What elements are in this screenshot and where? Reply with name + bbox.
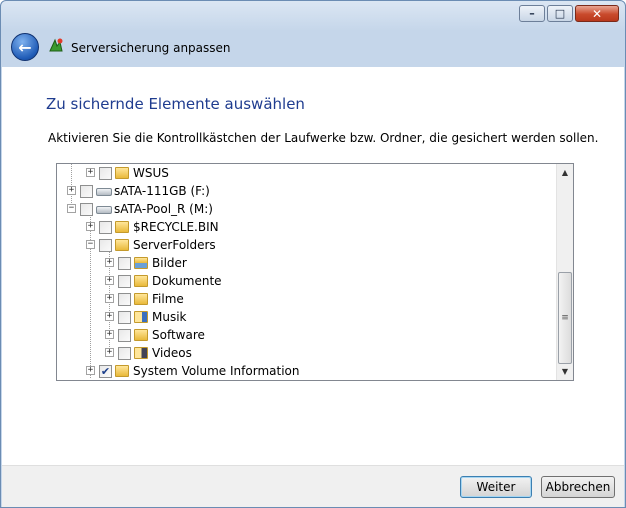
folder-icon: [115, 238, 131, 252]
collapse-icon[interactable]: −: [67, 204, 76, 213]
folder-icon: [134, 328, 150, 342]
tree-item[interactable]: + sATA-111GB (F:): [57, 182, 557, 200]
folder-icon: [115, 166, 131, 180]
tree-item[interactable]: + Filme: [57, 290, 557, 308]
minimize-button[interactable]: –: [519, 5, 545, 22]
music-folder-icon: [134, 310, 150, 324]
tree-item-label: sATA-111GB (F:): [114, 184, 210, 198]
tree-item-label: System Volume Information: [133, 364, 300, 378]
tree-item[interactable]: + Musik: [57, 308, 557, 326]
videos-folder-icon: [134, 346, 150, 360]
tree-item-label: Videos: [152, 346, 192, 360]
tree-item[interactable]: + Bilder: [57, 254, 557, 272]
folder-icon: [115, 364, 131, 378]
dialog-window: – □ ✕ ← Serversicherung anpassen Zu sich…: [0, 0, 626, 508]
next-button[interactable]: Weiter: [460, 476, 532, 498]
tree-item-checkbox[interactable]: [80, 185, 93, 198]
vertical-scrollbar[interactable]: ▲ ≡ ▼: [556, 164, 573, 380]
expand-icon[interactable]: +: [86, 222, 95, 231]
tree-item[interactable]: + Software: [57, 326, 557, 344]
drive-icon: [96, 202, 112, 216]
scroll-down-arrow-icon[interactable]: ▼: [557, 363, 573, 380]
expand-icon[interactable]: +: [86, 366, 95, 375]
pictures-folder-icon: [134, 256, 150, 270]
collapse-icon[interactable]: −: [86, 240, 95, 249]
tree-item-checkbox[interactable]: [118, 257, 131, 270]
tree-item-label: Bilder: [152, 256, 187, 270]
folder-icon: [115, 220, 131, 234]
back-button[interactable]: ←: [11, 33, 39, 61]
tree-item[interactable]: + Videos: [57, 344, 557, 362]
tree-item-checkbox[interactable]: [118, 347, 131, 360]
expand-icon[interactable]: +: [105, 258, 114, 267]
expand-icon[interactable]: +: [105, 312, 114, 321]
wizard-title: Serversicherung anpassen: [71, 41, 231, 55]
expand-icon[interactable]: +: [105, 330, 114, 339]
scroll-up-arrow-icon[interactable]: ▲: [557, 164, 573, 181]
tree-item[interactable]: − ServerFolders: [57, 236, 557, 254]
tree-item-label: sATA-Pool_R (M:): [114, 202, 213, 216]
wizard-nav-bar: ← Serversicherung anpassen: [1, 25, 625, 67]
tree-item-checkbox[interactable]: [118, 311, 131, 324]
tree-item[interactable]: + WSUS: [57, 164, 557, 182]
server-backup-icon: [47, 37, 65, 55]
drive-icon: [96, 184, 112, 198]
tree-item-label: ServerFolders: [133, 238, 216, 252]
cancel-button[interactable]: Abbrechen: [541, 476, 615, 498]
tree-item-label: Filme: [152, 292, 184, 306]
tree-item[interactable]: + Dokumente: [57, 272, 557, 290]
tree-item-label: $RECYCLE.BIN: [133, 220, 219, 234]
expand-icon[interactable]: +: [105, 348, 114, 357]
tree-item-checkbox[interactable]: [118, 293, 131, 306]
folder-tree[interactable]: ▲ ≡ ▼ + WSUS + sATA-111GB (F:) − sATA-Pool_R …: [56, 163, 574, 381]
page-description: Aktivieren Sie die Kontrollkästchen der …: [48, 131, 599, 145]
tree-item-checkbox[interactable]: [99, 167, 112, 180]
expand-icon[interactable]: +: [105, 276, 114, 285]
tree-item[interactable]: − sATA-Pool_R (M:): [57, 200, 557, 218]
tree-item-label: Musik: [152, 310, 187, 324]
expand-icon[interactable]: +: [105, 294, 114, 303]
tree-item-checkbox[interactable]: [80, 203, 93, 216]
tree-item-checkbox[interactable]: [118, 329, 131, 342]
tree-item-checkbox[interactable]: [99, 221, 112, 234]
tree-item[interactable]: + ✔ System Volume Information: [57, 362, 557, 380]
tree-item-label: Dokumente: [152, 274, 222, 288]
tree-item-label: WSUS: [133, 166, 169, 180]
expand-icon[interactable]: +: [86, 168, 95, 177]
folder-icon: [134, 274, 150, 288]
tree-item-checkbox[interactable]: [118, 275, 131, 288]
tree-item-checkbox[interactable]: ✔: [99, 365, 112, 378]
tree-item[interactable]: + $RECYCLE.BIN: [57, 218, 557, 236]
close-button[interactable]: ✕: [575, 5, 619, 22]
wizard-footer: Weiter Abbrechen: [2, 465, 624, 507]
maximize-button[interactable]: □: [547, 5, 573, 22]
expand-icon[interactable]: +: [67, 186, 76, 195]
content-area: Zu sichernde Elemente auswählen Aktivier…: [2, 67, 624, 465]
scroll-thumb[interactable]: ≡: [558, 272, 572, 364]
folder-icon: [134, 292, 150, 306]
page-heading: Zu sichernde Elemente auswählen: [46, 95, 305, 113]
tree-item-checkbox[interactable]: [99, 239, 112, 252]
tree-item-label: Software: [152, 328, 205, 342]
window-controls: – □ ✕: [519, 5, 619, 22]
